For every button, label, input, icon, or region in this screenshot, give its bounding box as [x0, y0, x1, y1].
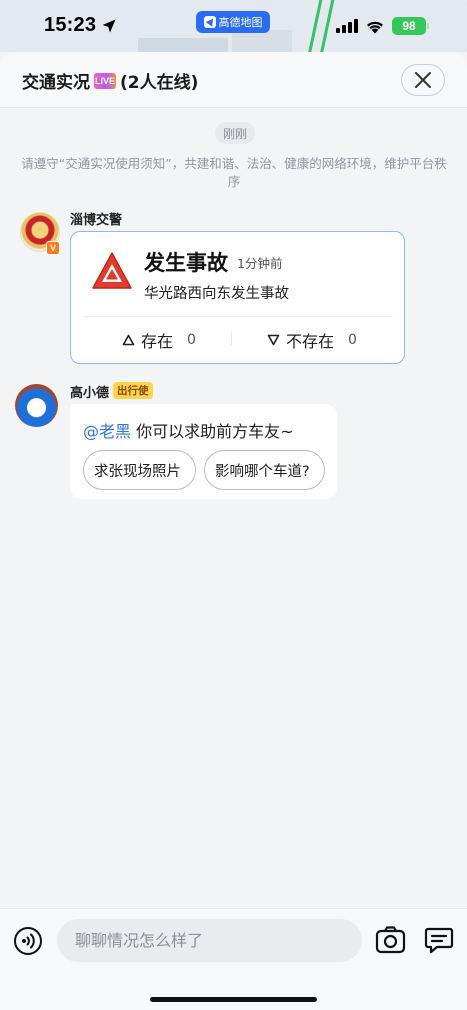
suggestion-chip-photo[interactable]: 求张现场照片 [83, 450, 196, 490]
location-arrow-icon [102, 19, 116, 32]
online-count: (2人在线) [120, 73, 199, 93]
warning-triangle-icon [92, 252, 132, 289]
incident-time: 1分钟前 [237, 256, 283, 271]
user-mention[interactable]: @老黑 [83, 422, 131, 441]
app-pill-label: 高德地图 [218, 16, 263, 29]
voice-broadcast-icon[interactable] [13, 926, 43, 956]
live-badge: LIVE [94, 72, 116, 89]
camera-icon[interactable] [375, 925, 406, 955]
home-indicator[interactable] [150, 997, 317, 1002]
vote-separator [231, 332, 232, 346]
suggestion-chip-lane[interactable]: 影响哪个车道? [204, 450, 325, 490]
assistant-message-body: 你可以求助前方车友~ [131, 422, 294, 441]
vote-not-exists-count: 0 [348, 332, 357, 348]
amap-logo-icon [203, 16, 216, 28]
input-bar [0, 908, 467, 1010]
card-divider [84, 316, 393, 317]
close-icon [415, 72, 431, 88]
vote-exists-count: 0 [187, 332, 196, 348]
assistant-avatar[interactable] [15, 384, 58, 427]
app-return-pill[interactable]: 高德地图 [196, 11, 270, 33]
assistant-message-text: @老黑 你可以求助前方车友~ [83, 418, 294, 442]
message-icon[interactable] [424, 925, 454, 955]
status-time-text: 15:23 [44, 14, 97, 36]
assistant-role-tag: 出行使 [113, 382, 153, 399]
system-icons: 98 [336, 17, 429, 35]
timestamp-chip: 刚刚 [215, 122, 255, 144]
community-notice: 请遵守“交通实况使用须知”，共建和谐、法治、健康的网络环境，维护平台秩序 [21, 156, 447, 189]
battery-level: 98 [402, 19, 416, 33]
incident-card[interactable]: 发生事故 1分钟前 华光路西向东发生事故 存在 0 不存在 0 [70, 231, 405, 364]
verified-badge: V [46, 241, 60, 255]
page-title: 交通实况 [22, 73, 90, 93]
vote-not-exists-button[interactable]: 不存在 0 [267, 328, 357, 352]
status-bar: 15:23 高德地图 98 [0, 0, 467, 52]
sender-name-assistant: 高小德 [70, 386, 110, 401]
map-building [138, 38, 228, 52]
assistant-message-bubble: @老黑 你可以求助前方车友~ 求张现场照片 影响哪个车道? [70, 404, 337, 499]
status-time: 15:23 [44, 14, 117, 37]
vote-not-exists-label: 不存在 [286, 332, 335, 351]
vote-exists-button[interactable]: 存在 0 [122, 328, 196, 352]
triangle-down-icon [267, 334, 280, 346]
battery-indicator: 98 [392, 17, 429, 35]
chat-input[interactable] [57, 919, 362, 962]
cellular-signal-icon [336, 19, 358, 33]
map-building [232, 30, 292, 52]
wifi-icon [367, 21, 383, 33]
incident-title: 发生事故 [144, 251, 228, 275]
incident-description: 华光路西向东发生事故 [144, 286, 289, 302]
triangle-up-icon [122, 334, 135, 346]
vote-exists-label: 存在 [141, 332, 174, 351]
sender-name-police: 淄博交警 [70, 213, 123, 228]
header-title-row: 交通实况 LIVE (2人在线) [22, 68, 198, 93]
close-button[interactable] [401, 64, 445, 96]
panel-header: 交通实况 LIVE (2人在线) [0, 52, 467, 108]
